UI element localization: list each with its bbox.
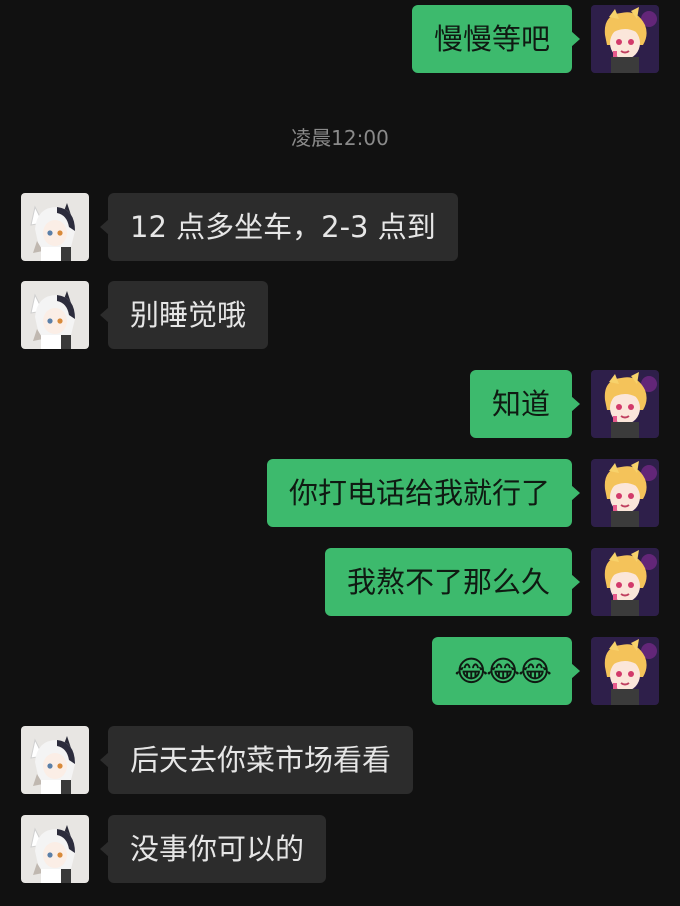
message-text-emoji: 😂😂😂 [454,654,552,688]
bubble-tail [571,31,580,47]
message-text: 后天去你菜市场看看 [130,743,392,777]
message-text: 别睡觉哦 [130,298,247,332]
bubble-tail [100,219,109,235]
message-bubble[interactable]: 12 点多坐车，2-3 点到 [100,193,458,261]
bubble-tail [571,396,580,412]
message-row-incoming: 别睡觉哦 [0,281,680,349]
message-row-incoming: 后天去你菜市场看看 [0,726,680,794]
message-text: 我熬不了那么久 [346,565,550,599]
message-bubble[interactable]: 你打电话给我就行了 [266,459,580,527]
catgirl-anime-avatar-icon [21,281,89,349]
message-row-incoming: 12 点多坐车，2-3 点到 [0,193,680,261]
message-bubble[interactable]: 知道 [469,370,580,438]
message-row-outgoing: 你打电话给我就行了 [0,459,680,527]
self-avatar-icon[interactable] [591,548,659,616]
bubble-tail [571,663,580,679]
message-text: 你打电话给我就行了 [288,476,550,510]
blonde-anime-avatar-icon [591,370,659,438]
self-avatar-icon[interactable] [591,5,659,73]
blonde-anime-avatar-icon [591,459,659,527]
message-row-outgoing: 我熬不了那么久 [0,548,680,616]
blonde-anime-avatar-icon [591,637,659,705]
catgirl-anime-avatar-icon [21,193,89,261]
message-bubble[interactable]: 😂😂😂 [432,637,580,705]
catgirl-anime-avatar-icon [21,815,89,883]
message-bubble[interactable]: 我熬不了那么久 [324,548,580,616]
blonde-anime-avatar-icon [591,5,659,73]
message-text: 没事你可以的 [130,832,305,866]
self-avatar-icon[interactable] [591,370,659,438]
message-bubble[interactable]: 别睡觉哦 [100,281,269,349]
bubble-tail [571,485,580,501]
bubble-tail [100,841,109,857]
chat-message-list[interactable]: 慢慢等吧 凌晨12:00 12 点多坐车，2-3 点到 别睡觉哦 知道 你打电话… [0,0,680,906]
self-avatar-icon[interactable] [591,459,659,527]
chat-timestamp: 凌晨12:00 [291,126,389,150]
message-bubble[interactable]: 没事你可以的 [100,815,327,883]
catgirl-anime-avatar-icon [21,726,89,794]
message-row-incoming: 没事你可以的 [0,815,680,883]
contact-avatar-icon[interactable] [21,193,89,261]
message-text: 慢慢等吧 [433,22,550,56]
blonde-anime-avatar-icon [591,548,659,616]
message-row-outgoing: 😂😂😂 [0,637,680,705]
contact-avatar-icon[interactable] [21,815,89,883]
bubble-tail [571,574,580,590]
contact-avatar-icon[interactable] [21,726,89,794]
bubble-tail [100,307,109,323]
bubble-tail [100,752,109,768]
message-row-outgoing: 慢慢等吧 [0,5,680,73]
message-bubble[interactable]: 后天去你菜市场看看 [100,726,414,794]
self-avatar-icon[interactable] [591,637,659,705]
message-bubble[interactable]: 慢慢等吧 [411,5,580,73]
message-text: 12 点多坐车，2-3 点到 [130,210,436,244]
contact-avatar-icon[interactable] [21,281,89,349]
message-text: 知道 [491,387,550,421]
message-row-outgoing: 知道 [0,370,680,438]
